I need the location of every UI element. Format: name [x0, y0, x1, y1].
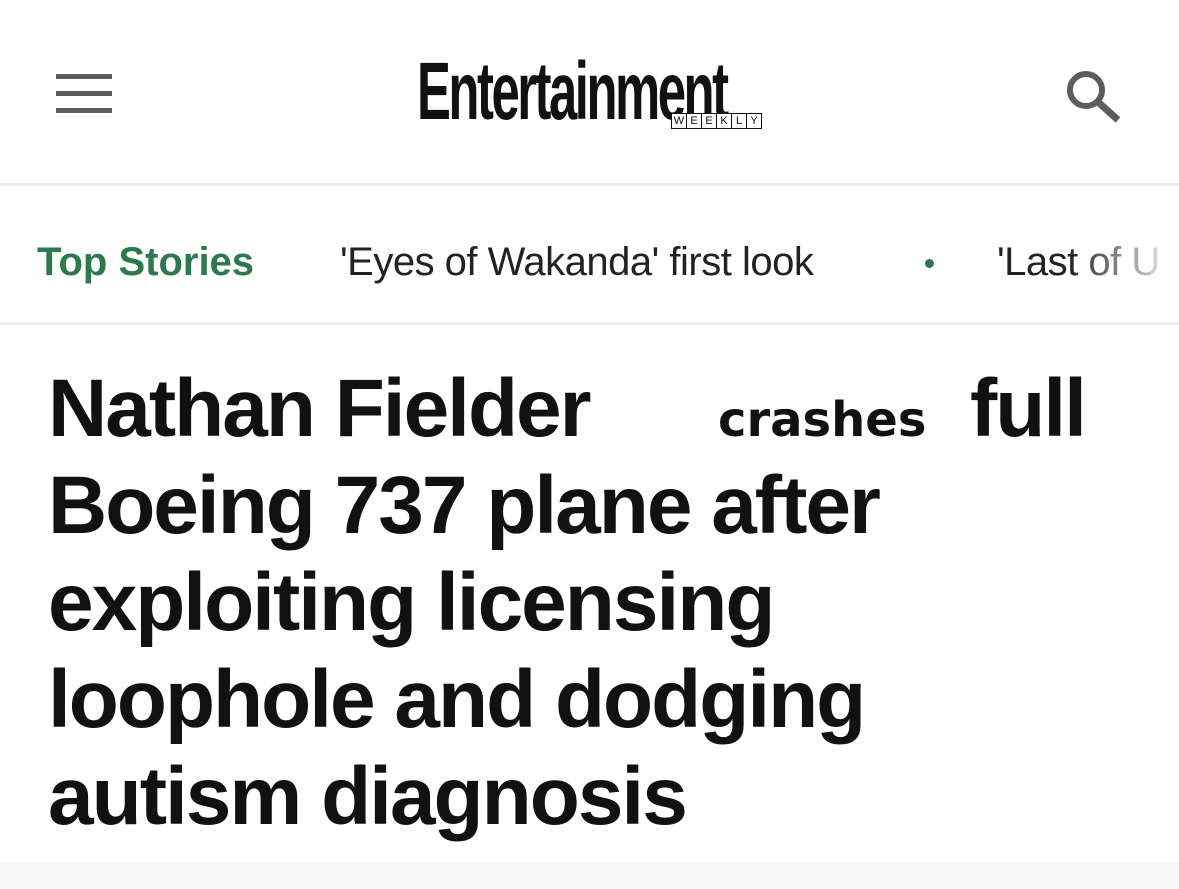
headline-line: loophole and dodging: [48, 654, 866, 745]
top-story-link[interactable]: 'Eyes of Wakanda' first look: [340, 238, 814, 286]
headline-text-start: Nathan Fielder: [48, 363, 592, 454]
page-bottom-strip: [0, 862, 1179, 889]
story-separator-dot: [925, 259, 934, 268]
menu-bar-middle: [56, 91, 112, 96]
logo-weekly-letter: W: [671, 113, 687, 129]
headline-line: exploiting licensing: [48, 557, 775, 648]
site-header: Entertainment W E E K L Y: [0, 0, 1179, 184]
stories-fade-overlay: [1069, 186, 1179, 322]
headline-line: Boeing 737 plane after: [48, 460, 881, 551]
logo-weekly-letter: E: [701, 113, 717, 129]
top-stories-bar: Top Stories 'Eyes of Wakanda' first look…: [0, 186, 1179, 322]
logo-weekly-letter: K: [716, 113, 732, 129]
stories-divider: [0, 322, 1179, 325]
search-icon[interactable]: [1064, 68, 1124, 124]
top-stories-label: Top Stories: [37, 240, 255, 284]
headline-edited-word: crashes: [718, 392, 927, 448]
logo-weekly-tag: W E E K L Y: [671, 113, 762, 129]
logo-weekly-letter: L: [731, 113, 747, 129]
headline-text-after-edit: full: [970, 363, 1087, 454]
hamburger-menu-icon[interactable]: [56, 74, 112, 114]
headline-line: autism diagnosis: [48, 751, 688, 842]
logo-weekly-letter: E: [686, 113, 702, 129]
menu-bar-bottom: [56, 108, 112, 113]
logo-weekly-letter: Y: [746, 113, 762, 129]
menu-bar-top: [56, 74, 112, 79]
article-headline: Boeing 737 plane after exploiting licens…: [48, 457, 1158, 845]
